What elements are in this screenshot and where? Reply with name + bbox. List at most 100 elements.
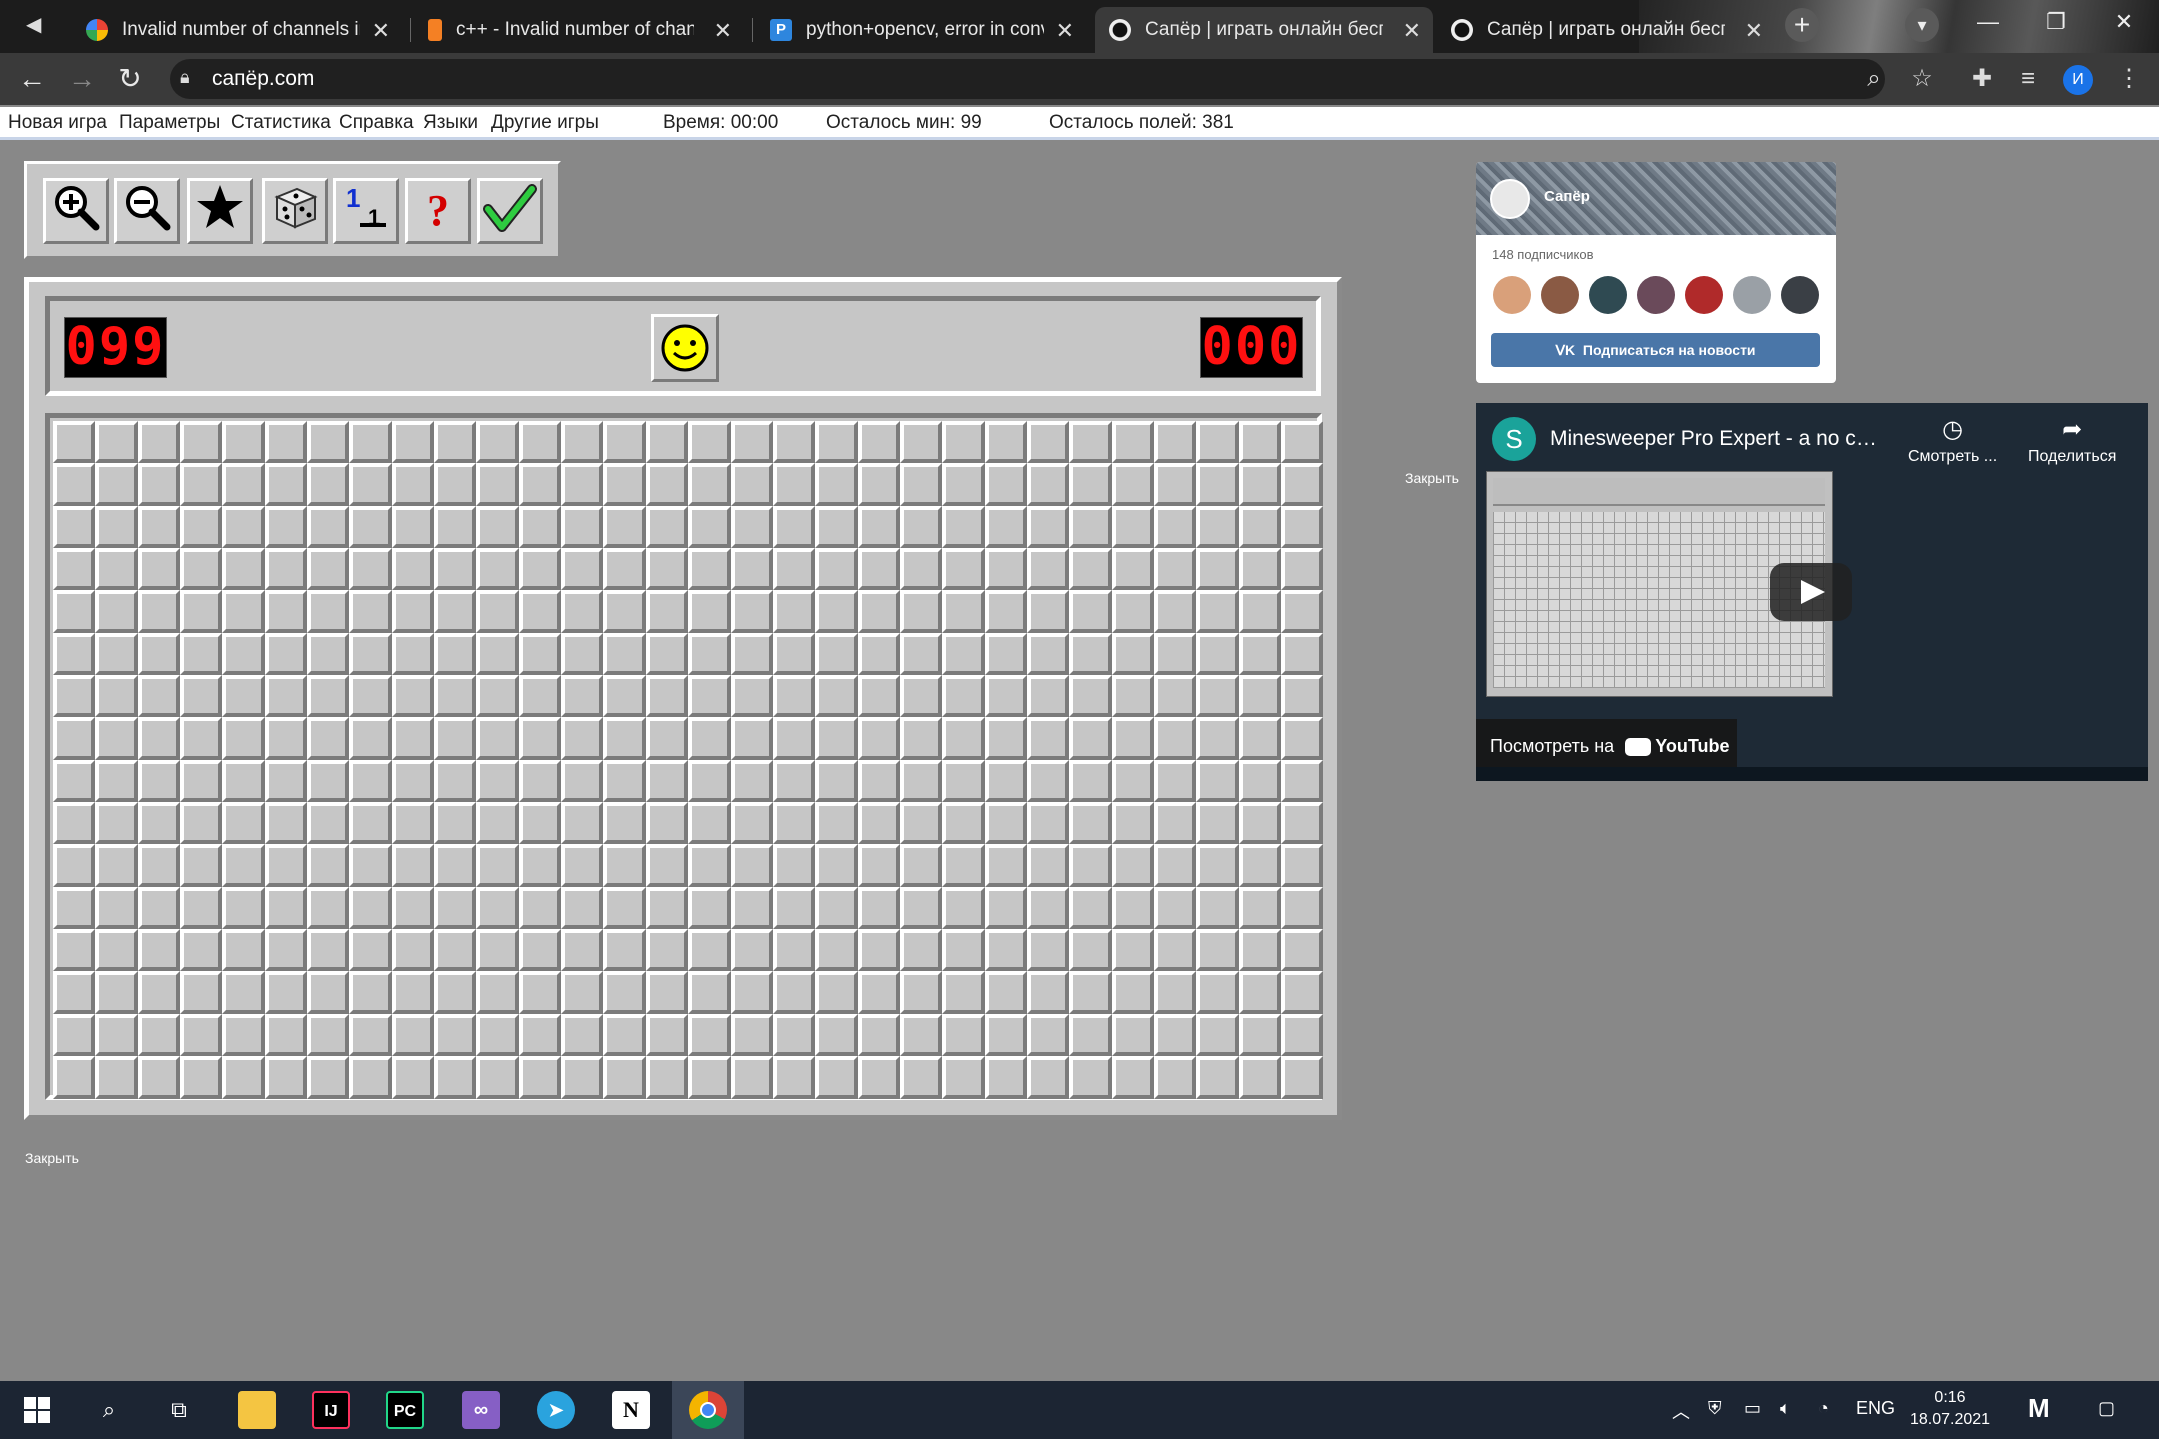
field-cell[interactable]: [137, 1013, 181, 1057]
field-cell[interactable]: [1280, 675, 1324, 718]
field-cell[interactable]: [645, 590, 689, 633]
field-cell[interactable]: [730, 886, 773, 930]
field-cell[interactable]: [476, 971, 519, 1014]
field-cell[interactable]: [942, 421, 985, 464]
address-bar[interactable]: 🔒︎ сапёр.com: [170, 59, 1885, 99]
field-cell[interactable]: [942, 590, 985, 633]
field-cell[interactable]: [307, 929, 350, 972]
field-cell[interactable]: [434, 844, 477, 887]
field-cell[interactable]: [730, 675, 773, 718]
field-cell[interactable]: [53, 844, 96, 887]
field-cell[interactable]: [391, 632, 435, 676]
field-cell[interactable]: [137, 929, 181, 972]
field-cell[interactable]: [1111, 759, 1154, 803]
field-cell[interactable]: [476, 505, 519, 549]
system-clock[interactable]: 0:16 18.07.2021: [1904, 1387, 1996, 1431]
field-cell[interactable]: [518, 675, 562, 718]
field-cell[interactable]: [349, 505, 392, 549]
field-cell[interactable]: [1280, 1013, 1324, 1057]
field-cell[interactable]: [1280, 1056, 1324, 1099]
field-cell[interactable]: [95, 1013, 138, 1057]
field-cell[interactable]: [1026, 971, 1070, 1014]
field-cell[interactable]: [434, 675, 477, 718]
avatar[interactable]: [1493, 276, 1531, 314]
field-cell[interactable]: [561, 590, 604, 633]
field-cell[interactable]: [222, 421, 265, 464]
security-shield-icon[interactable]: ⛨: [1708, 1398, 1722, 1419]
field-cell[interactable]: [137, 463, 181, 506]
field-cell[interactable]: [984, 632, 1027, 676]
field-cell[interactable]: [476, 421, 519, 464]
vk-community-name[interactable]: Сапёр: [1544, 188, 1590, 205]
field-cell[interactable]: [603, 1013, 646, 1057]
field-cell[interactable]: [1069, 886, 1112, 930]
field-cell[interactable]: [476, 929, 519, 972]
field-cell[interactable]: [307, 421, 350, 464]
search-icon[interactable]: ⌕: [90, 1391, 128, 1429]
field-cell[interactable]: [899, 886, 943, 930]
field-cell[interactable]: [391, 802, 435, 845]
field-cell[interactable]: [688, 929, 731, 972]
field-cell[interactable]: [772, 971, 816, 1014]
field-cell[interactable]: [1153, 548, 1197, 591]
field-cell[interactable]: [857, 590, 900, 633]
field-cell[interactable]: [942, 929, 985, 972]
field-cell[interactable]: [857, 1013, 900, 1057]
field-cell[interactable]: [899, 717, 943, 760]
menu-parameters[interactable]: Параметры: [119, 112, 220, 134]
field-cell[interactable]: [772, 590, 816, 633]
field-cell[interactable]: [1026, 759, 1070, 803]
menu-languages[interactable]: Языки: [423, 112, 478, 134]
field-cell[interactable]: [561, 717, 604, 760]
field-cell[interactable]: [95, 590, 138, 633]
field-cell[interactable]: [1153, 463, 1197, 506]
field-cell[interactable]: [857, 421, 900, 464]
field-cell[interactable]: [603, 590, 646, 633]
field-cell[interactable]: [1111, 1056, 1154, 1099]
field-cell[interactable]: [95, 548, 138, 591]
field-cell[interactable]: [518, 971, 562, 1014]
field-cell[interactable]: [137, 759, 181, 803]
field-cell[interactable]: [899, 802, 943, 845]
field-cell[interactable]: [645, 1013, 689, 1057]
field-cell[interactable]: [95, 632, 138, 676]
field-cell[interactable]: [1238, 717, 1281, 760]
field-cell[interactable]: [434, 971, 477, 1014]
field-cell[interactable]: [1153, 759, 1197, 803]
field-cell[interactable]: [518, 548, 562, 591]
field-cell[interactable]: [899, 971, 943, 1014]
field-cell[interactable]: [984, 886, 1027, 930]
field-cell[interactable]: [730, 421, 773, 464]
field-cell[interactable]: [137, 844, 181, 887]
field-cell[interactable]: [95, 421, 138, 464]
field-cell[interactable]: [688, 802, 731, 845]
field-cell[interactable]: [815, 505, 858, 549]
field-cell[interactable]: [815, 632, 858, 676]
avatar[interactable]: [1541, 276, 1579, 314]
field-cell[interactable]: [1153, 505, 1197, 549]
field-cell[interactable]: [180, 717, 223, 760]
tab-5[interactable]: Сапёр | играть онлайн беспла ✕: [1437, 7, 1775, 53]
field-cell[interactable]: [307, 844, 350, 887]
field-cell[interactable]: [730, 971, 773, 1014]
field-cell[interactable]: [1153, 886, 1197, 930]
field-cell[interactable]: [688, 717, 731, 760]
field-cell[interactable]: [688, 886, 731, 930]
field-cell[interactable]: [603, 802, 646, 845]
field-cell[interactable]: [264, 971, 308, 1014]
profile-avatar[interactable]: И: [2063, 65, 2093, 95]
field-cell[interactable]: [815, 463, 858, 506]
field-cell[interactable]: [391, 505, 435, 549]
field-cell[interactable]: [1111, 590, 1154, 633]
field-cell[interactable]: [1069, 717, 1112, 760]
field-cell[interactable]: [688, 1056, 731, 1099]
field-cell[interactable]: [645, 759, 689, 803]
field-cell[interactable]: [349, 548, 392, 591]
field-cell[interactable]: [1153, 421, 1197, 464]
field-cell[interactable]: [1111, 421, 1154, 464]
field-cell[interactable]: [561, 844, 604, 887]
field-cell[interactable]: [434, 463, 477, 506]
field-cell[interactable]: [1238, 886, 1281, 930]
field-cell[interactable]: [1026, 675, 1070, 718]
field-cell[interactable]: [137, 971, 181, 1014]
